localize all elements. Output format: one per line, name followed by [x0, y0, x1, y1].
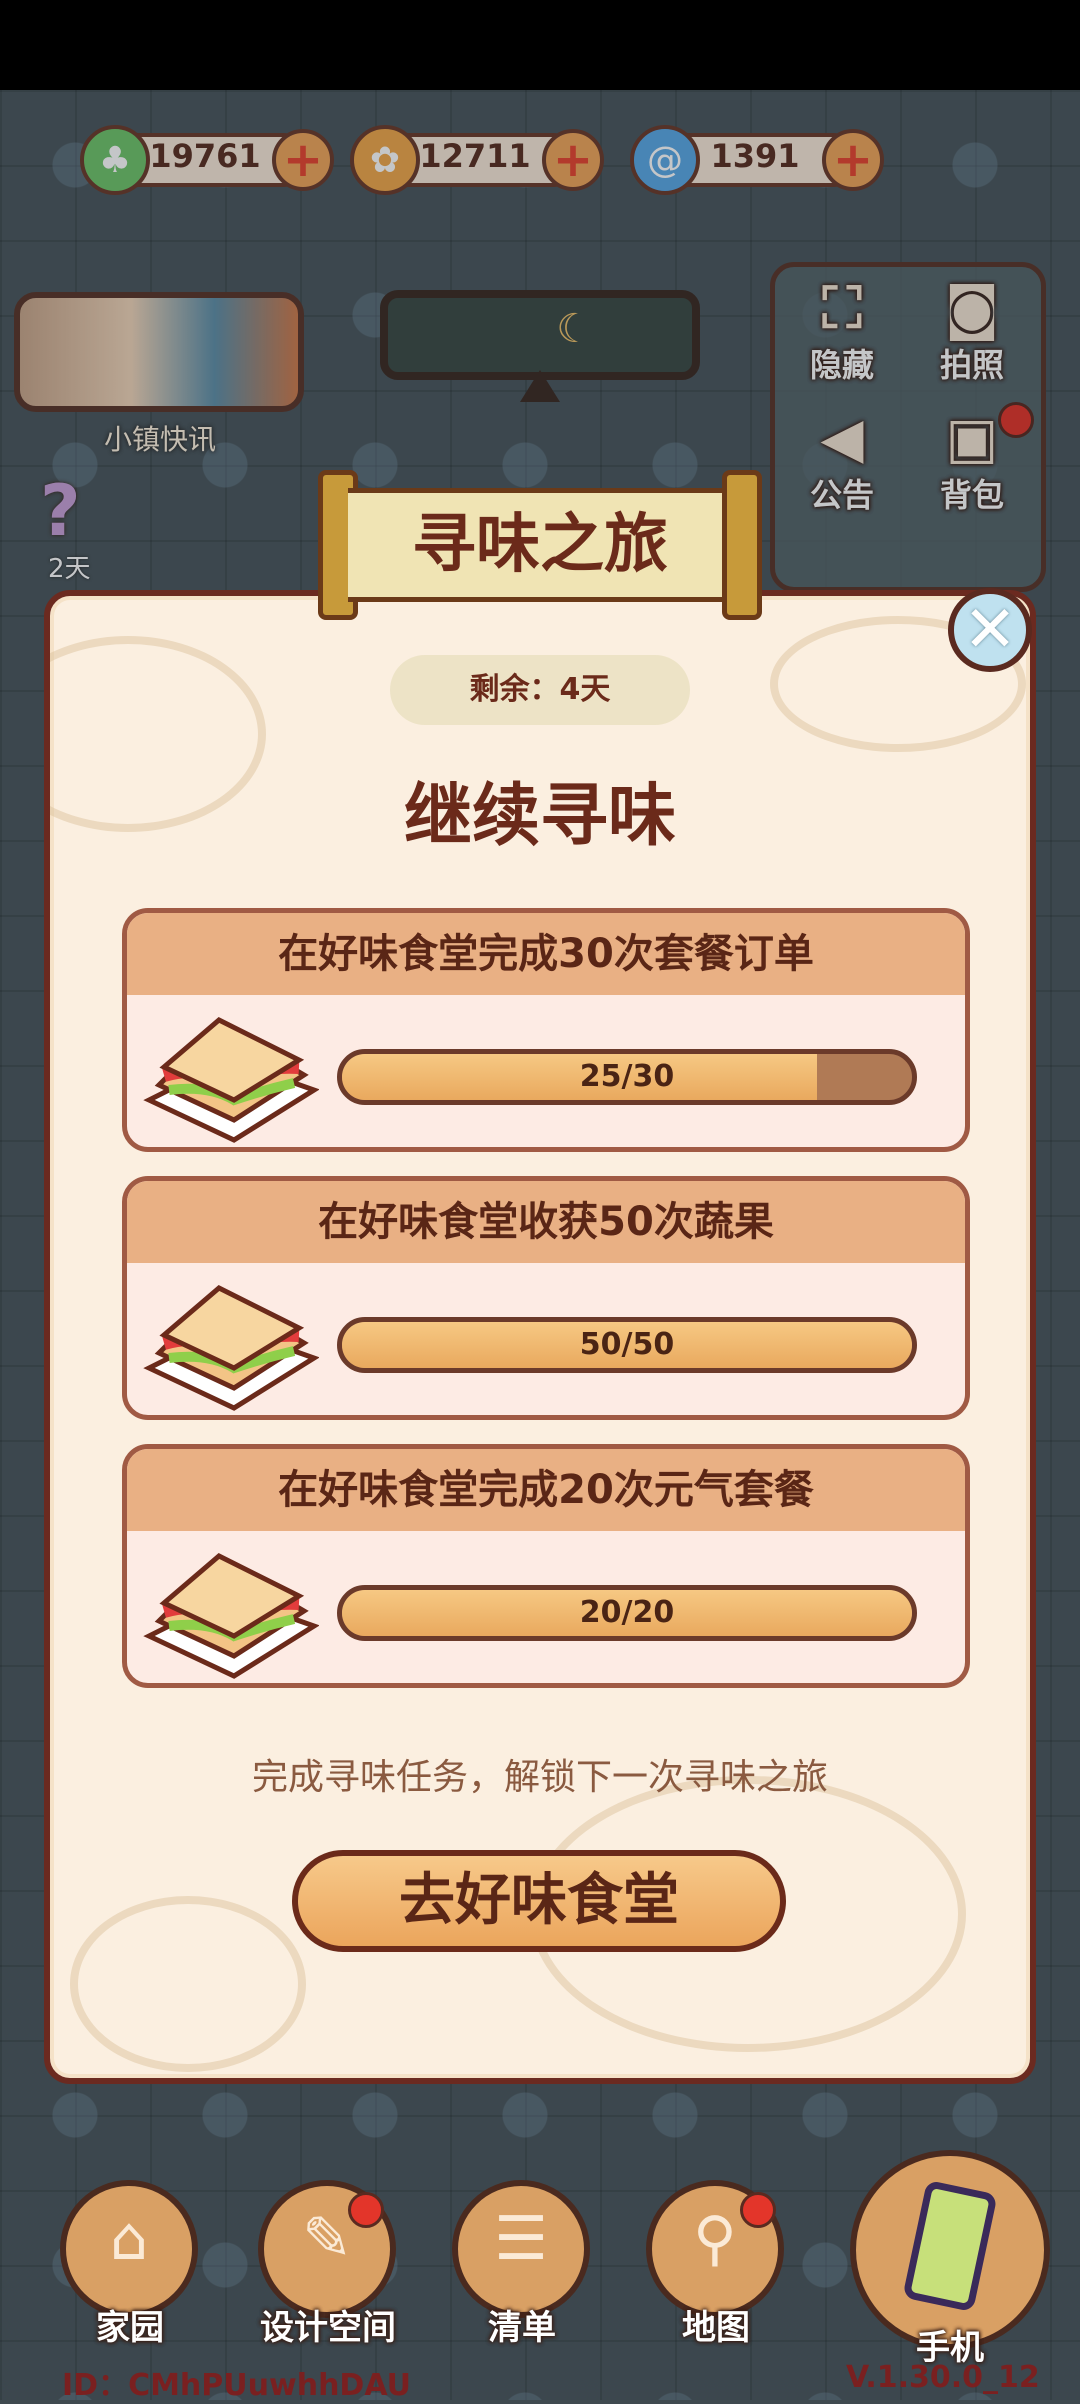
- dialog-title: 寻味之旅: [348, 488, 732, 602]
- task-card: 在好味食堂收获50次蔬果 50/50: [122, 1176, 970, 1420]
- task-card: 在好味食堂完成30次套餐订单 25/30: [122, 908, 970, 1152]
- task-progress-bar: 50/50: [337, 1317, 917, 1373]
- cloud-decoration: [70, 1896, 306, 2072]
- status-bar: [0, 0, 1080, 90]
- dialog-subtitle: 继续寻味: [403, 777, 676, 856]
- task-title: 在好味食堂完成20次元气套餐: [127, 1449, 965, 1531]
- title-scroll: 寻味之旅: [318, 470, 762, 620]
- nav-label: 地图: [682, 2308, 750, 2348]
- go-to-canteen-button[interactable]: 去好味食堂: [292, 1850, 786, 1952]
- nav-label: 清单: [488, 2308, 556, 2348]
- cloud-decoration: [50, 636, 266, 832]
- task-progress-text: 25/30: [579, 1059, 675, 1094]
- close-icon: ✕: [963, 593, 1017, 667]
- player-id: ID：CMhPUuwhhDAU: [62, 2368, 411, 2403]
- nav-home-button[interactable]: ⌂: [60, 2180, 198, 2318]
- close-button[interactable]: ✕: [948, 588, 1032, 672]
- task-card: 在好味食堂完成20次元气套餐 20/20: [122, 1444, 970, 1688]
- sandwich-icon: [143, 1017, 319, 1143]
- unlock-hint: 完成寻味任务，解锁下一次寻味之旅: [251, 1757, 828, 1798]
- nav-label: 设计空间: [260, 2308, 396, 2348]
- task-progress-bar: 25/30: [337, 1049, 917, 1105]
- version-label: V.1.30.0_12: [846, 2360, 1040, 2395]
- task-progress-text: 20/20: [579, 1595, 675, 1630]
- task-progress-bar: 20/20: [337, 1585, 917, 1641]
- nav-badge: [348, 2192, 384, 2228]
- nav-list-button[interactable]: ☰: [452, 2180, 590, 2318]
- sandwich-icon: [143, 1553, 319, 1679]
- nav-badge: [740, 2192, 776, 2228]
- phone-icon: [902, 2179, 998, 2313]
- sandwich-icon: [143, 1285, 319, 1411]
- nav-label: 家园: [96, 2308, 164, 2348]
- task-title: 在好味食堂完成30次套餐订单: [127, 913, 965, 995]
- task-progress-text: 50/50: [579, 1327, 675, 1362]
- home-icon: ⌂: [109, 2204, 149, 2274]
- list-icon: ☰: [494, 2204, 548, 2274]
- task-title: 在好味食堂收获50次蔬果: [127, 1181, 965, 1263]
- remaining-time-badge: 剩余：4天: [390, 655, 690, 725]
